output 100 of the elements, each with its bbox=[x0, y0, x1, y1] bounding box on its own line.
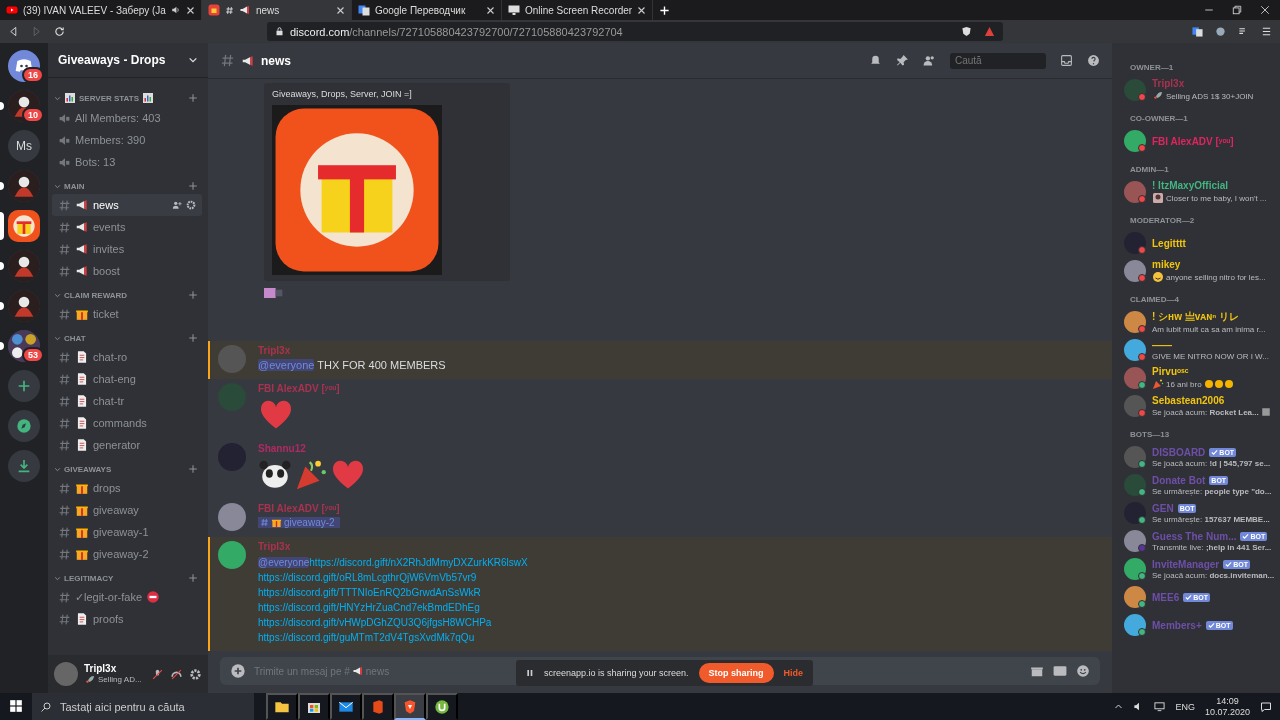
gift-link[interactable]: https://discord.gift/TTTNIoEnRQ2bGrwdAnSsWkR bbox=[258, 585, 528, 600]
close-icon[interactable] bbox=[637, 5, 647, 15]
channel-link[interactable]: giveaway-2 bbox=[258, 517, 340, 528]
avatar[interactable] bbox=[218, 541, 246, 569]
member-avatar[interactable] bbox=[1124, 339, 1146, 361]
avatar[interactable] bbox=[218, 503, 246, 531]
category-label[interactable]: SERVER STATS bbox=[79, 93, 139, 103]
member-avatar[interactable] bbox=[1124, 367, 1146, 389]
windows-icon[interactable] bbox=[9, 698, 23, 713]
user-avatar[interactable] bbox=[54, 662, 78, 686]
member-avatar[interactable] bbox=[1124, 446, 1146, 468]
member-avatar[interactable] bbox=[1124, 558, 1146, 580]
member-avatar[interactable] bbox=[1124, 232, 1146, 254]
channel-item[interactable]: chat-tr bbox=[52, 390, 202, 412]
close-icon[interactable] bbox=[335, 5, 345, 15]
gift-link[interactable]: https://discord.gift/oRL8mLcgthrQjW6VmVb57vr9 bbox=[258, 570, 528, 585]
plus-icon[interactable] bbox=[188, 290, 198, 300]
triangle-icon[interactable] bbox=[984, 26, 995, 37]
mute-icon[interactable] bbox=[151, 667, 164, 681]
channel-item[interactable]: ✓legit-or-fake bbox=[52, 586, 202, 608]
extension-icon[interactable] bbox=[1215, 26, 1226, 37]
taskbar-app[interactable] bbox=[266, 693, 298, 720]
close-icon[interactable] bbox=[1260, 5, 1270, 15]
gif-icon[interactable] bbox=[1052, 664, 1068, 678]
category-label[interactable]: MAIN bbox=[64, 181, 85, 191]
gift-link[interactable]: @everyonehttps://discord.gift/nX2RhJdMmyDXZurkKR6lswX bbox=[258, 555, 528, 570]
back-icon[interactable] bbox=[8, 26, 19, 37]
channel-item[interactable]: Members: 390 bbox=[52, 129, 202, 151]
server-item[interactable] bbox=[8, 210, 40, 242]
server-button[interactable]: Ms bbox=[8, 130, 40, 162]
translate-icon[interactable] bbox=[1192, 26, 1203, 37]
hide-link[interactable]: Hide bbox=[783, 668, 804, 678]
channel-item[interactable]: invites bbox=[52, 238, 202, 260]
channel-item[interactable]: boost bbox=[52, 260, 202, 282]
gift-link[interactable]: https://discord.gift/guMTmT2dV4TgsXvdMk7qQu bbox=[258, 630, 528, 645]
category-label[interactable]: LEGITIMACY bbox=[64, 573, 114, 583]
plus-icon[interactable] bbox=[188, 181, 198, 191]
server-item[interactable] bbox=[8, 170, 40, 202]
plus-icon[interactable] bbox=[188, 93, 198, 103]
plus-icon[interactable] bbox=[188, 333, 198, 343]
emoji-icon[interactable] bbox=[1076, 664, 1090, 678]
address-bar[interactable]: discord.com/channels/727105880423792700/727105880423792704 bbox=[267, 22, 1003, 41]
taskbar-app[interactable] bbox=[394, 693, 426, 720]
plus-icon[interactable] bbox=[188, 464, 198, 474]
member-name[interactable]: mikey bbox=[1152, 259, 1181, 270]
pin-icon[interactable] bbox=[896, 54, 909, 67]
taskbar-app[interactable] bbox=[298, 693, 330, 720]
channel-item[interactable]: Bots: 13 bbox=[52, 151, 202, 173]
member-avatar[interactable] bbox=[1124, 586, 1146, 608]
channel-item[interactable]: news bbox=[52, 194, 202, 216]
member-avatar[interactable] bbox=[1124, 395, 1146, 417]
channel-item[interactable]: proofs bbox=[52, 608, 202, 630]
member-name[interactable]: Sebastean2006 bbox=[1152, 395, 1225, 406]
add-member-icon[interactable] bbox=[172, 200, 182, 210]
category-label[interactable]: GIVEAWAYS bbox=[64, 464, 112, 474]
close-icon[interactable] bbox=[185, 5, 195, 15]
stop-sharing-button[interactable]: Stop sharing bbox=[698, 663, 774, 683]
gift-link[interactable]: https://discord.gift/HNYzHrZuaCnd7ekBmdEDhEg bbox=[258, 600, 528, 615]
member-avatar[interactable] bbox=[1124, 614, 1146, 636]
member-name[interactable]: Legitttt bbox=[1152, 237, 1186, 249]
channel-item[interactable]: drops bbox=[52, 477, 202, 499]
channel-item[interactable]: giveaway-2 bbox=[52, 543, 202, 565]
member-avatar[interactable] bbox=[1124, 260, 1146, 282]
settings-icon[interactable] bbox=[186, 200, 196, 210]
restore-icon[interactable] bbox=[1232, 5, 1242, 15]
search-field[interactable]: Caută bbox=[950, 52, 1046, 69]
bell-icon[interactable] bbox=[869, 54, 882, 67]
category-label[interactable]: CLAIM REWARD bbox=[64, 290, 128, 300]
taskbar-search-field[interactable]: Tastați aici pentru a căuta bbox=[32, 693, 254, 720]
notifications-icon[interactable] bbox=[1260, 700, 1272, 713]
taskbar-app[interactable] bbox=[330, 693, 362, 720]
member-name[interactable]: FBI AlexADV [ʸᵒᵘ] bbox=[1152, 135, 1234, 147]
new-tab-icon[interactable] bbox=[659, 4, 671, 16]
server-item[interactable] bbox=[8, 290, 40, 322]
members-icon[interactable] bbox=[923, 54, 936, 67]
help-icon[interactable] bbox=[1087, 54, 1100, 67]
taskbar-app[interactable] bbox=[426, 693, 458, 720]
menu-icon[interactable] bbox=[1261, 26, 1272, 37]
member-avatar[interactable] bbox=[1124, 530, 1146, 552]
plus-icon[interactable] bbox=[188, 573, 198, 583]
channel-item[interactable]: chat-ro bbox=[52, 346, 202, 368]
language-indicator[interactable]: ENG bbox=[1175, 701, 1195, 712]
member-avatar[interactable] bbox=[1124, 79, 1146, 101]
add-attachment-icon[interactable] bbox=[230, 663, 246, 679]
category-label[interactable]: CHAT bbox=[64, 333, 86, 343]
channel-item[interactable]: All Members: 403 bbox=[52, 107, 202, 129]
inbox-icon[interactable] bbox=[1060, 54, 1073, 67]
network-icon[interactable] bbox=[1154, 701, 1166, 712]
server-item[interactable] bbox=[8, 250, 40, 282]
member-avatar[interactable] bbox=[1124, 474, 1146, 496]
chevron-up-icon[interactable] bbox=[1114, 702, 1124, 711]
channel-item[interactable]: events bbox=[52, 216, 202, 238]
member-name[interactable]: ! シʜᴡ 亗ᴠᴀɴⁿ リレ bbox=[1152, 310, 1240, 324]
shield-icon[interactable] bbox=[961, 26, 972, 37]
channel-item[interactable]: commands bbox=[52, 412, 202, 434]
server-item[interactable] bbox=[8, 410, 40, 442]
member-name[interactable]: Pirvuᵒˢᶜ bbox=[1152, 366, 1189, 377]
member-name[interactable]: —— bbox=[1152, 339, 1172, 351]
channel-item[interactable]: giveaway bbox=[52, 499, 202, 521]
member-avatar[interactable] bbox=[1124, 311, 1146, 333]
